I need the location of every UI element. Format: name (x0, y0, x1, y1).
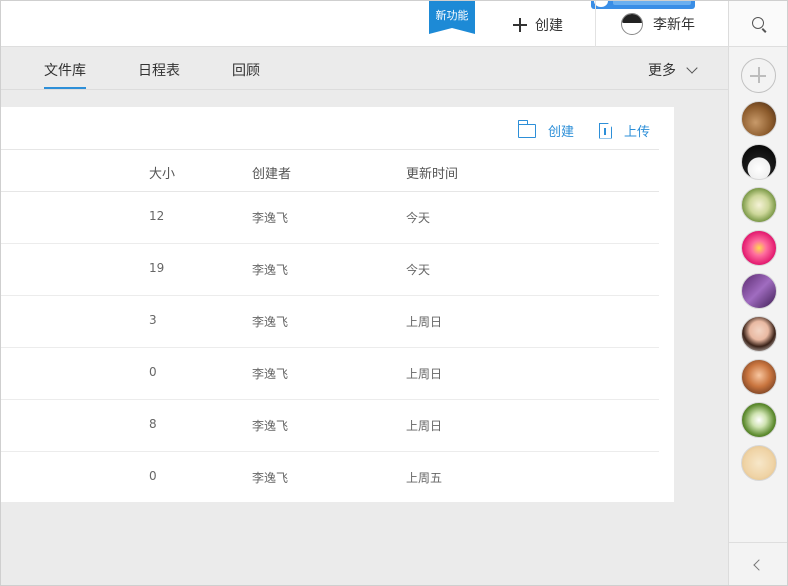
cell-creator: 李逸飞 (252, 263, 289, 277)
create-folder-button[interactable]: 创建 (517, 119, 575, 140)
chevron-down-icon (686, 61, 698, 74)
table-row[interactable]: 0 李逸飞 上周五 (1, 452, 659, 504)
collapse-rail-button[interactable] (729, 542, 787, 585)
more-label: 更多 (648, 63, 676, 79)
tooltip-peek (591, 1, 695, 9)
table-row[interactable]: 19 李逸飞 今天 (1, 244, 659, 296)
table-header: 大小 创建者 更新时间 (1, 149, 659, 192)
cell-creator: 李逸飞 (252, 471, 289, 485)
cell-updated: 上周五 (406, 471, 443, 485)
cell-size: 0 (149, 365, 157, 379)
cell-creator: 李逸飞 (252, 211, 289, 225)
avatar[interactable] (741, 402, 777, 438)
cell-size: 19 (149, 261, 165, 275)
add-member-icon[interactable] (741, 58, 776, 93)
search-icon (752, 17, 764, 29)
user-menu[interactable]: 李新年 (621, 13, 695, 35)
upload-icon (599, 122, 612, 139)
header-divider (595, 1, 596, 47)
create-folder-label: 创建 (548, 125, 575, 140)
search-button[interactable] (729, 1, 787, 47)
avatar[interactable] (741, 230, 777, 266)
cell-updated: 上周日 (406, 315, 443, 329)
table-row[interactable]: 8 李逸飞 上周日 (1, 400, 659, 452)
new-feature-badge[interactable]: 新功能 (429, 1, 475, 34)
column-size[interactable]: 大小 (149, 163, 175, 182)
cell-updated: 上周日 (406, 419, 443, 433)
tooltip-badge (594, 1, 608, 7)
more-dropdown[interactable]: 更多 (648, 60, 698, 80)
app-window: 新功能 创建 李新年 文件库 日程表 回顾 更多 创建 上传 大小 创建者 更新… (0, 0, 788, 586)
cell-size: 12 (149, 209, 165, 223)
create-button[interactable]: 创建 (513, 15, 563, 35)
table-row[interactable]: 12 李逸飞 今天 (1, 192, 659, 244)
folder-icon (517, 119, 536, 138)
cell-updated: 今天 (406, 263, 431, 277)
cell-size: 8 (149, 417, 157, 431)
avatar[interactable] (741, 101, 777, 137)
chevron-left-icon (753, 559, 765, 571)
right-rail (728, 1, 787, 585)
user-name: 李新年 (653, 17, 695, 33)
cell-creator: 李逸飞 (252, 367, 289, 381)
cell-updated: 上周日 (406, 367, 443, 381)
avatar[interactable] (741, 273, 777, 309)
plus-icon (513, 18, 527, 32)
avatar[interactable] (741, 359, 777, 395)
upload-label: 上传 (624, 125, 651, 140)
column-creator[interactable]: 创建者 (252, 163, 291, 182)
avatar[interactable] (741, 187, 777, 223)
table-row[interactable]: 3 李逸飞 上周日 (1, 296, 659, 348)
cell-size: 3 (149, 313, 157, 327)
cell-size: 0 (149, 469, 157, 483)
tab-bar: 文件库 日程表 回顾 更多 (1, 48, 728, 90)
user-avatar (621, 13, 643, 35)
tab-calendar[interactable]: 日程表 (138, 60, 180, 80)
upload-button[interactable]: 上传 (599, 121, 650, 140)
column-updated[interactable]: 更新时间 (406, 163, 458, 182)
table-row[interactable]: 0 李逸飞 上周日 (1, 348, 659, 400)
tab-file-library[interactable]: 文件库 (44, 60, 86, 89)
avatar[interactable] (741, 445, 777, 481)
tooltip-bar (613, 1, 691, 5)
cell-creator: 李逸飞 (252, 419, 289, 433)
create-label: 创建 (535, 18, 563, 34)
avatar[interactable] (741, 144, 777, 180)
file-list-card: 创建 上传 大小 创建者 更新时间 12 李逸飞 今天 19 李逸飞 今天 3 … (1, 107, 674, 502)
top-bar: 新功能 创建 李新年 (1, 1, 728, 47)
cell-updated: 今天 (406, 211, 431, 225)
avatar[interactable] (741, 316, 777, 352)
tab-review[interactable]: 回顾 (232, 60, 260, 80)
cell-creator: 李逸飞 (252, 315, 289, 329)
